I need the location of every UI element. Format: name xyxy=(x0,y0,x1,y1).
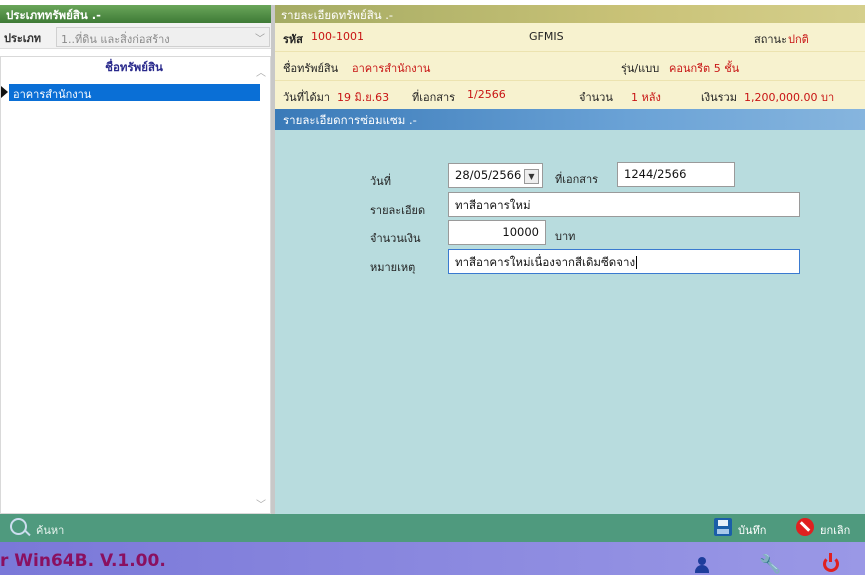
cancel-label: ยกเลิก xyxy=(820,524,851,537)
detail-field[interactable]: ทาสีอาคารใหม่ xyxy=(448,192,800,217)
repair-form: วันที่ 28/05/2566 ▼ ที่เอกสาร 1244/2566 … xyxy=(275,130,865,514)
name-label: ชื่อทรัพย์สิน xyxy=(283,62,339,75)
amount-unit: บาท xyxy=(555,230,576,243)
qty-value: 1 หลัง xyxy=(631,91,661,104)
status-value: ปกติ xyxy=(788,33,809,46)
amount-field[interactable]: 10000 xyxy=(448,220,546,245)
search-icon xyxy=(10,518,27,535)
detail-row-2: ชื่อทรัพย์สิน อาคารสำนักงาน รุ่น/แบบ คอน… xyxy=(275,52,865,81)
search-label: ค้นหา xyxy=(36,524,65,537)
row-pointer-icon xyxy=(1,86,8,98)
calendar-dropdown-icon[interactable]: ▼ xyxy=(524,169,539,184)
type-label: ประเภท xyxy=(4,32,42,45)
name-value: อาคารสำนักงาน xyxy=(352,62,431,75)
text-caret xyxy=(636,256,638,269)
prohibit-icon xyxy=(796,518,814,536)
floppy-disk-icon xyxy=(714,518,732,536)
scroll-up-icon[interactable]: ︿ xyxy=(256,64,266,79)
save-label: บันทึก xyxy=(738,524,767,537)
date-value: 28/05/2566 xyxy=(455,168,522,182)
doc-value: 1/2566 xyxy=(467,88,506,101)
app-name: r Win64B. V.1.00. xyxy=(0,551,166,571)
date-field[interactable]: 28/05/2566 ▼ xyxy=(448,163,543,188)
asset-list[interactable] xyxy=(0,56,271,514)
model-label: รุ่น/แบบ xyxy=(621,62,660,75)
note-value: ทาสีอาคารใหม่เนื่องจากสีเดิมซีดจาง xyxy=(455,255,636,269)
list-item[interactable]: อาคารสำนักงาน xyxy=(9,84,260,101)
acquired-label: วันที่ได้มา xyxy=(283,91,331,104)
code-label: รหัส xyxy=(283,33,303,46)
detail-row-1: รหัส 100-1001 GFMIS สถานะ ปกติ xyxy=(275,23,865,52)
chevron-down-icon: ﹀ xyxy=(255,34,265,45)
scroll-down-icon[interactable]: ﹀ xyxy=(256,496,266,511)
repair-doc-label: ที่เอกสาร xyxy=(555,173,599,186)
note-field[interactable]: ทาสีอาคารใหม่เนื่องจากสีเดิมซีดจาง xyxy=(448,249,800,274)
repair-detail-header: รายละเอียดการซ่อมแซม .- xyxy=(275,109,865,130)
power-icon[interactable] xyxy=(823,553,839,572)
note-label: หมายเหตุ xyxy=(370,261,416,274)
detail-label: รายละเอียด xyxy=(370,204,426,217)
asset-detail-panel: รหัส 100-1001 GFMIS สถานะ ปกติ ชื่อทรัพย… xyxy=(275,23,865,109)
gfmis-label: GFMIS xyxy=(529,30,564,43)
total-label: เงินรวม xyxy=(701,91,737,104)
repair-doc-field[interactable]: 1244/2566 xyxy=(617,162,735,187)
asset-type-header: ประเภททรัพย์สิน .- xyxy=(0,5,271,23)
user-icon[interactable] xyxy=(695,557,709,573)
wrench-icon[interactable]: 🔧 xyxy=(759,554,781,575)
status-label: สถานะ xyxy=(754,33,787,46)
total-value: 1,200,000.00 บา xyxy=(744,91,835,104)
date-label: วันที่ xyxy=(370,175,391,188)
type-select[interactable]: 1..ที่ดิน และสิ่งก่อสร้าง ﹀ xyxy=(56,27,270,47)
detail-row-3: วันที่ได้มา 19 มิ.ย.63 ที่เอกสาร 1/2566 … xyxy=(275,81,865,109)
doc-label: ที่เอกสาร xyxy=(412,91,456,104)
amount-label: จำนวนเงิน xyxy=(370,232,421,245)
asset-list-header: ชื่อทรัพย์สิน xyxy=(105,60,163,74)
acquired-value: 19 มิ.ย.63 xyxy=(337,91,390,104)
toolbar xyxy=(0,514,865,542)
qty-label: จำนวน xyxy=(579,91,613,104)
model-value: คอนกรีต 5 ชั้น xyxy=(669,62,740,75)
asset-detail-header: รายละเอียดทรัพย์สิน .- xyxy=(275,5,865,23)
code-value: 100-1001 xyxy=(311,30,364,43)
type-select-value: 1..ที่ดิน และสิ่งก่อสร้าง xyxy=(61,33,170,46)
